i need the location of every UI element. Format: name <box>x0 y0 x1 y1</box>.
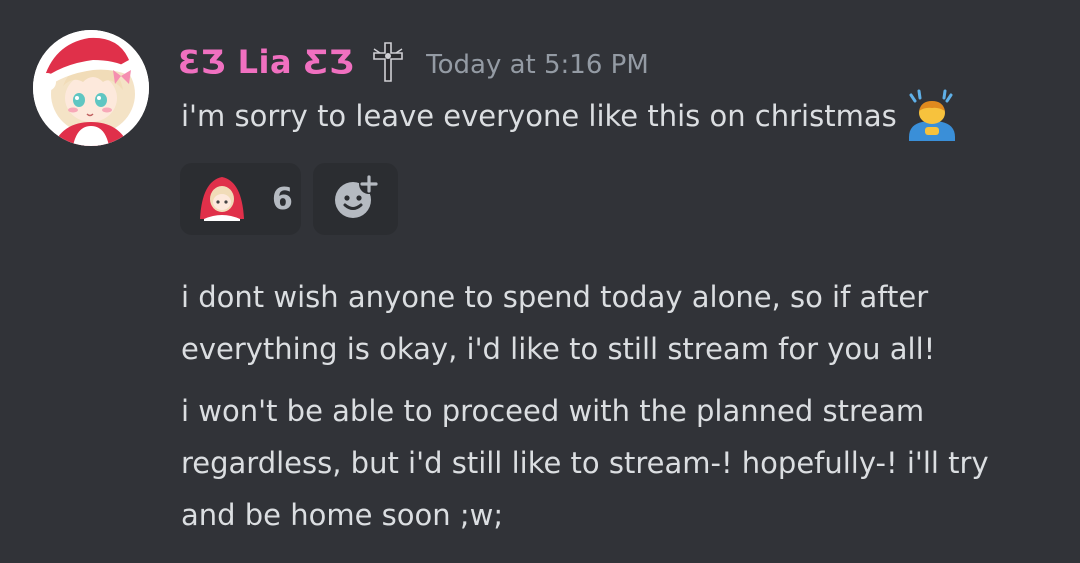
add-reaction-smiley-icon <box>331 172 381 226</box>
username[interactable]: ƐƷ Lia ƸƷ <box>178 43 354 81</box>
message-text-line: i dont wish anyone to spend today alone,… <box>181 280 929 314</box>
add-reaction-button[interactable] <box>313 163 398 235</box>
person-bowing-emoji-icon <box>905 89 959 143</box>
reaction-count: 6 <box>272 181 293 217</box>
cross-badge-icon[interactable] <box>370 41 406 83</box>
user-avatar[interactable] <box>33 30 149 146</box>
message-text-line: regardless, but i'd still like to stream… <box>181 446 989 480</box>
message-header: ƐƷ Lia ƸƷ Today at 5:16 PM <box>178 38 649 86</box>
message-text: i'm sorry to leave everyone like this on… <box>181 99 897 133</box>
girl-in-red-blanket-emoji-icon <box>194 169 250 229</box>
message-timestamp[interactable]: Today at 5:16 PM <box>426 50 649 80</box>
message-text-line: i won't be able to proceed with the plan… <box>181 394 925 428</box>
message-text-line: and be home soon ;w; <box>181 498 504 532</box>
message-line-1: i'm sorry to leave everyone like this on… <box>181 89 959 143</box>
message-text-line: everything is okay, i'd like to still st… <box>181 332 936 366</box>
message-paragraph-3: i won't be able to proceed with the plan… <box>181 385 989 541</box>
anime-girl-avatar-icon <box>33 30 149 146</box>
message-paragraph-2: i dont wish anyone to spend today alone,… <box>181 271 935 375</box>
discord-message: ƐƷ Lia ƸƷ Today at 5:16 PM i'm sorry to … <box>0 0 1080 563</box>
reactions-bar: 6 <box>180 163 398 235</box>
reaction-button[interactable]: 6 <box>180 163 301 235</box>
